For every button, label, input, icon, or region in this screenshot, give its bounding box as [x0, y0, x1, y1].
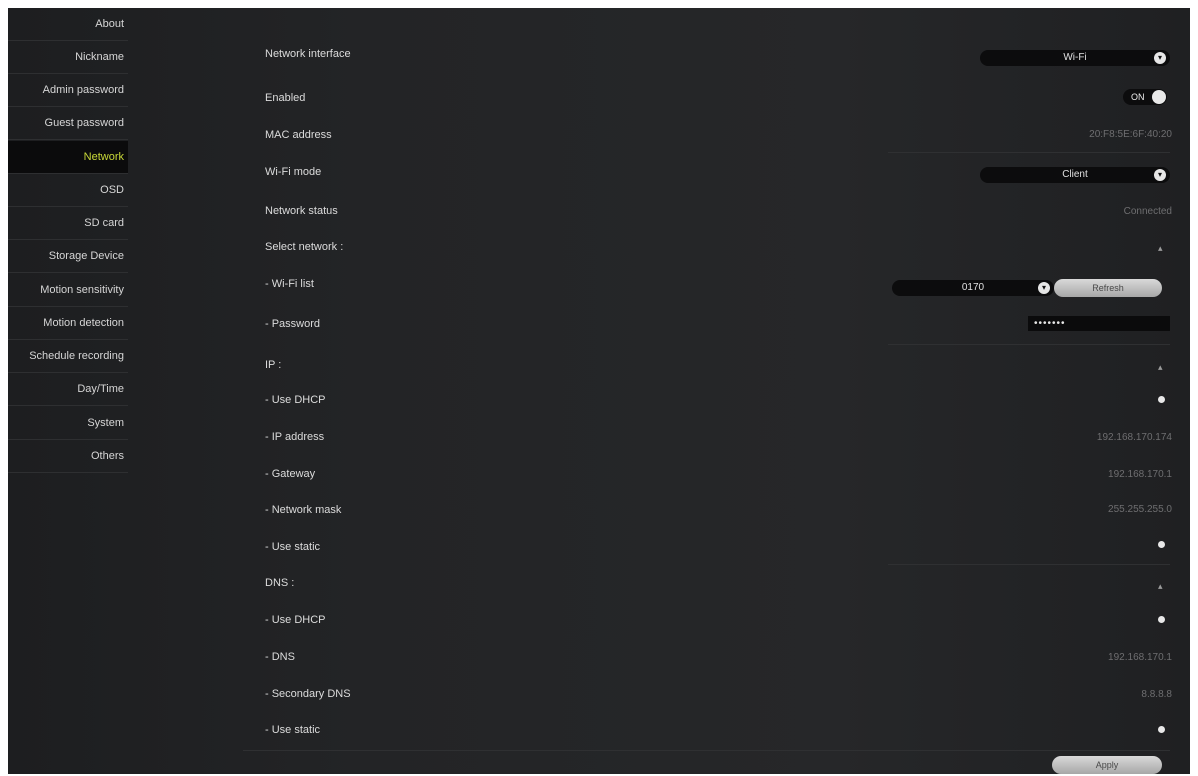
ip-use-dhcp-radio[interactable]: [1158, 396, 1165, 403]
chevron-down-icon: ▾: [1154, 169, 1166, 181]
network-interface-select[interactable]: Wi-Fi ▾: [980, 50, 1170, 66]
dns-primary-value: 192.168.170.1: [1108, 652, 1172, 663]
sidebar-item-day-time[interactable]: Day/Time: [8, 373, 128, 406]
dns-use-dhcp-radio[interactable]: [1158, 616, 1165, 623]
network-interface-value: Wi-Fi: [1063, 52, 1087, 63]
sidebar-item-sd-card[interactable]: SD card: [8, 207, 128, 240]
dns-primary-label: - DNS: [265, 651, 295, 663]
sidebar-item-others[interactable]: Others: [8, 440, 128, 473]
toggle-knob: [1152, 90, 1166, 104]
dns-use-static-label: - Use static: [265, 724, 321, 736]
network-mask-value: 255.255.255.0: [1108, 504, 1172, 515]
sidebar-item-motion-detection[interactable]: Motion detection: [8, 307, 128, 340]
chevron-down-icon: ▾: [1038, 282, 1050, 294]
ip-address-label: - IP address: [265, 431, 325, 443]
wifi-list-value: 0170: [961, 282, 985, 293]
gateway-label: - Gateway: [265, 468, 316, 480]
sidebar-item-network[interactable]: Network: [8, 141, 128, 174]
enabled-toggle-state: ON: [1131, 92, 1145, 102]
divider: [243, 750, 1170, 751]
sidebar-item-motion-sensitivity[interactable]: Motion sensitivity: [8, 274, 128, 307]
wifi-mode-value: Client: [1062, 169, 1088, 180]
ip-use-dhcp-label: - Use DHCP: [265, 394, 326, 406]
sidebar-item-storage-device[interactable]: Storage Device: [8, 240, 128, 273]
ip-use-static-radio[interactable]: [1158, 541, 1165, 548]
network-status-value: Connected: [1123, 206, 1172, 217]
select-network-label: Select network :: [265, 241, 344, 253]
sidebar-item-schedule-recording[interactable]: Schedule recording: [8, 340, 128, 373]
mac-address-value: 20:F8:5E:6F:40:20: [1089, 129, 1172, 140]
wifi-list-label: - Wi-Fi list: [265, 278, 314, 290]
ip-use-static-label: - Use static: [265, 541, 321, 553]
sidebar-item-guest-password[interactable]: Guest password: [8, 107, 128, 140]
dns-use-dhcp-label: - Use DHCP: [265, 614, 326, 626]
ip-section-label: IP :: [265, 359, 282, 371]
divider: [888, 564, 1170, 565]
collapse-icon[interactable]: ▴: [1158, 243, 1163, 254]
sidebar-item-system[interactable]: System: [8, 407, 128, 440]
refresh-button[interactable]: Refresh: [1054, 279, 1162, 297]
password-label: - Password: [265, 318, 321, 330]
dns-use-static-radio[interactable]: [1158, 726, 1165, 733]
dns-secondary-value: 8.8.8.8: [1141, 689, 1172, 700]
sidebar-item-about[interactable]: About: [8, 8, 128, 41]
network-interface-label: Network interface: [265, 48, 351, 60]
settings-window: About Nickname Admin password Guest pass…: [8, 8, 1190, 774]
collapse-icon[interactable]: ▴: [1158, 362, 1163, 373]
wifi-list-select[interactable]: 0170 ▾: [892, 280, 1054, 296]
dns-section-label: DNS :: [265, 577, 295, 589]
network-status-label: Network status: [265, 205, 338, 217]
wifi-mode-select[interactable]: Client ▾: [980, 167, 1170, 183]
gateway-value: 192.168.170.1: [1108, 469, 1172, 480]
apply-button[interactable]: Apply: [1052, 756, 1162, 774]
mac-address-label: MAC address: [265, 129, 332, 141]
wifi-mode-label: Wi-Fi mode: [265, 166, 322, 178]
dns-secondary-label: - Secondary DNS: [265, 688, 351, 700]
enabled-label: Enabled: [265, 92, 306, 104]
sidebar-item-admin-password[interactable]: Admin password: [8, 74, 128, 107]
enabled-toggle[interactable]: ON: [1123, 89, 1167, 105]
settings-sidebar: About Nickname Admin password Guest pass…: [8, 8, 130, 774]
chevron-down-icon: ▾: [1154, 52, 1166, 64]
network-mask-label: - Network mask: [265, 504, 342, 516]
divider: [888, 152, 1170, 153]
sidebar-item-osd[interactable]: OSD: [8, 174, 128, 207]
password-field[interactable]: •••••••: [1028, 316, 1170, 331]
ip-address-value: 192.168.170.174: [1096, 432, 1172, 443]
divider: [888, 344, 1170, 345]
collapse-icon[interactable]: ▴: [1158, 581, 1163, 592]
sidebar-item-nickname[interactable]: Nickname: [8, 41, 128, 74]
